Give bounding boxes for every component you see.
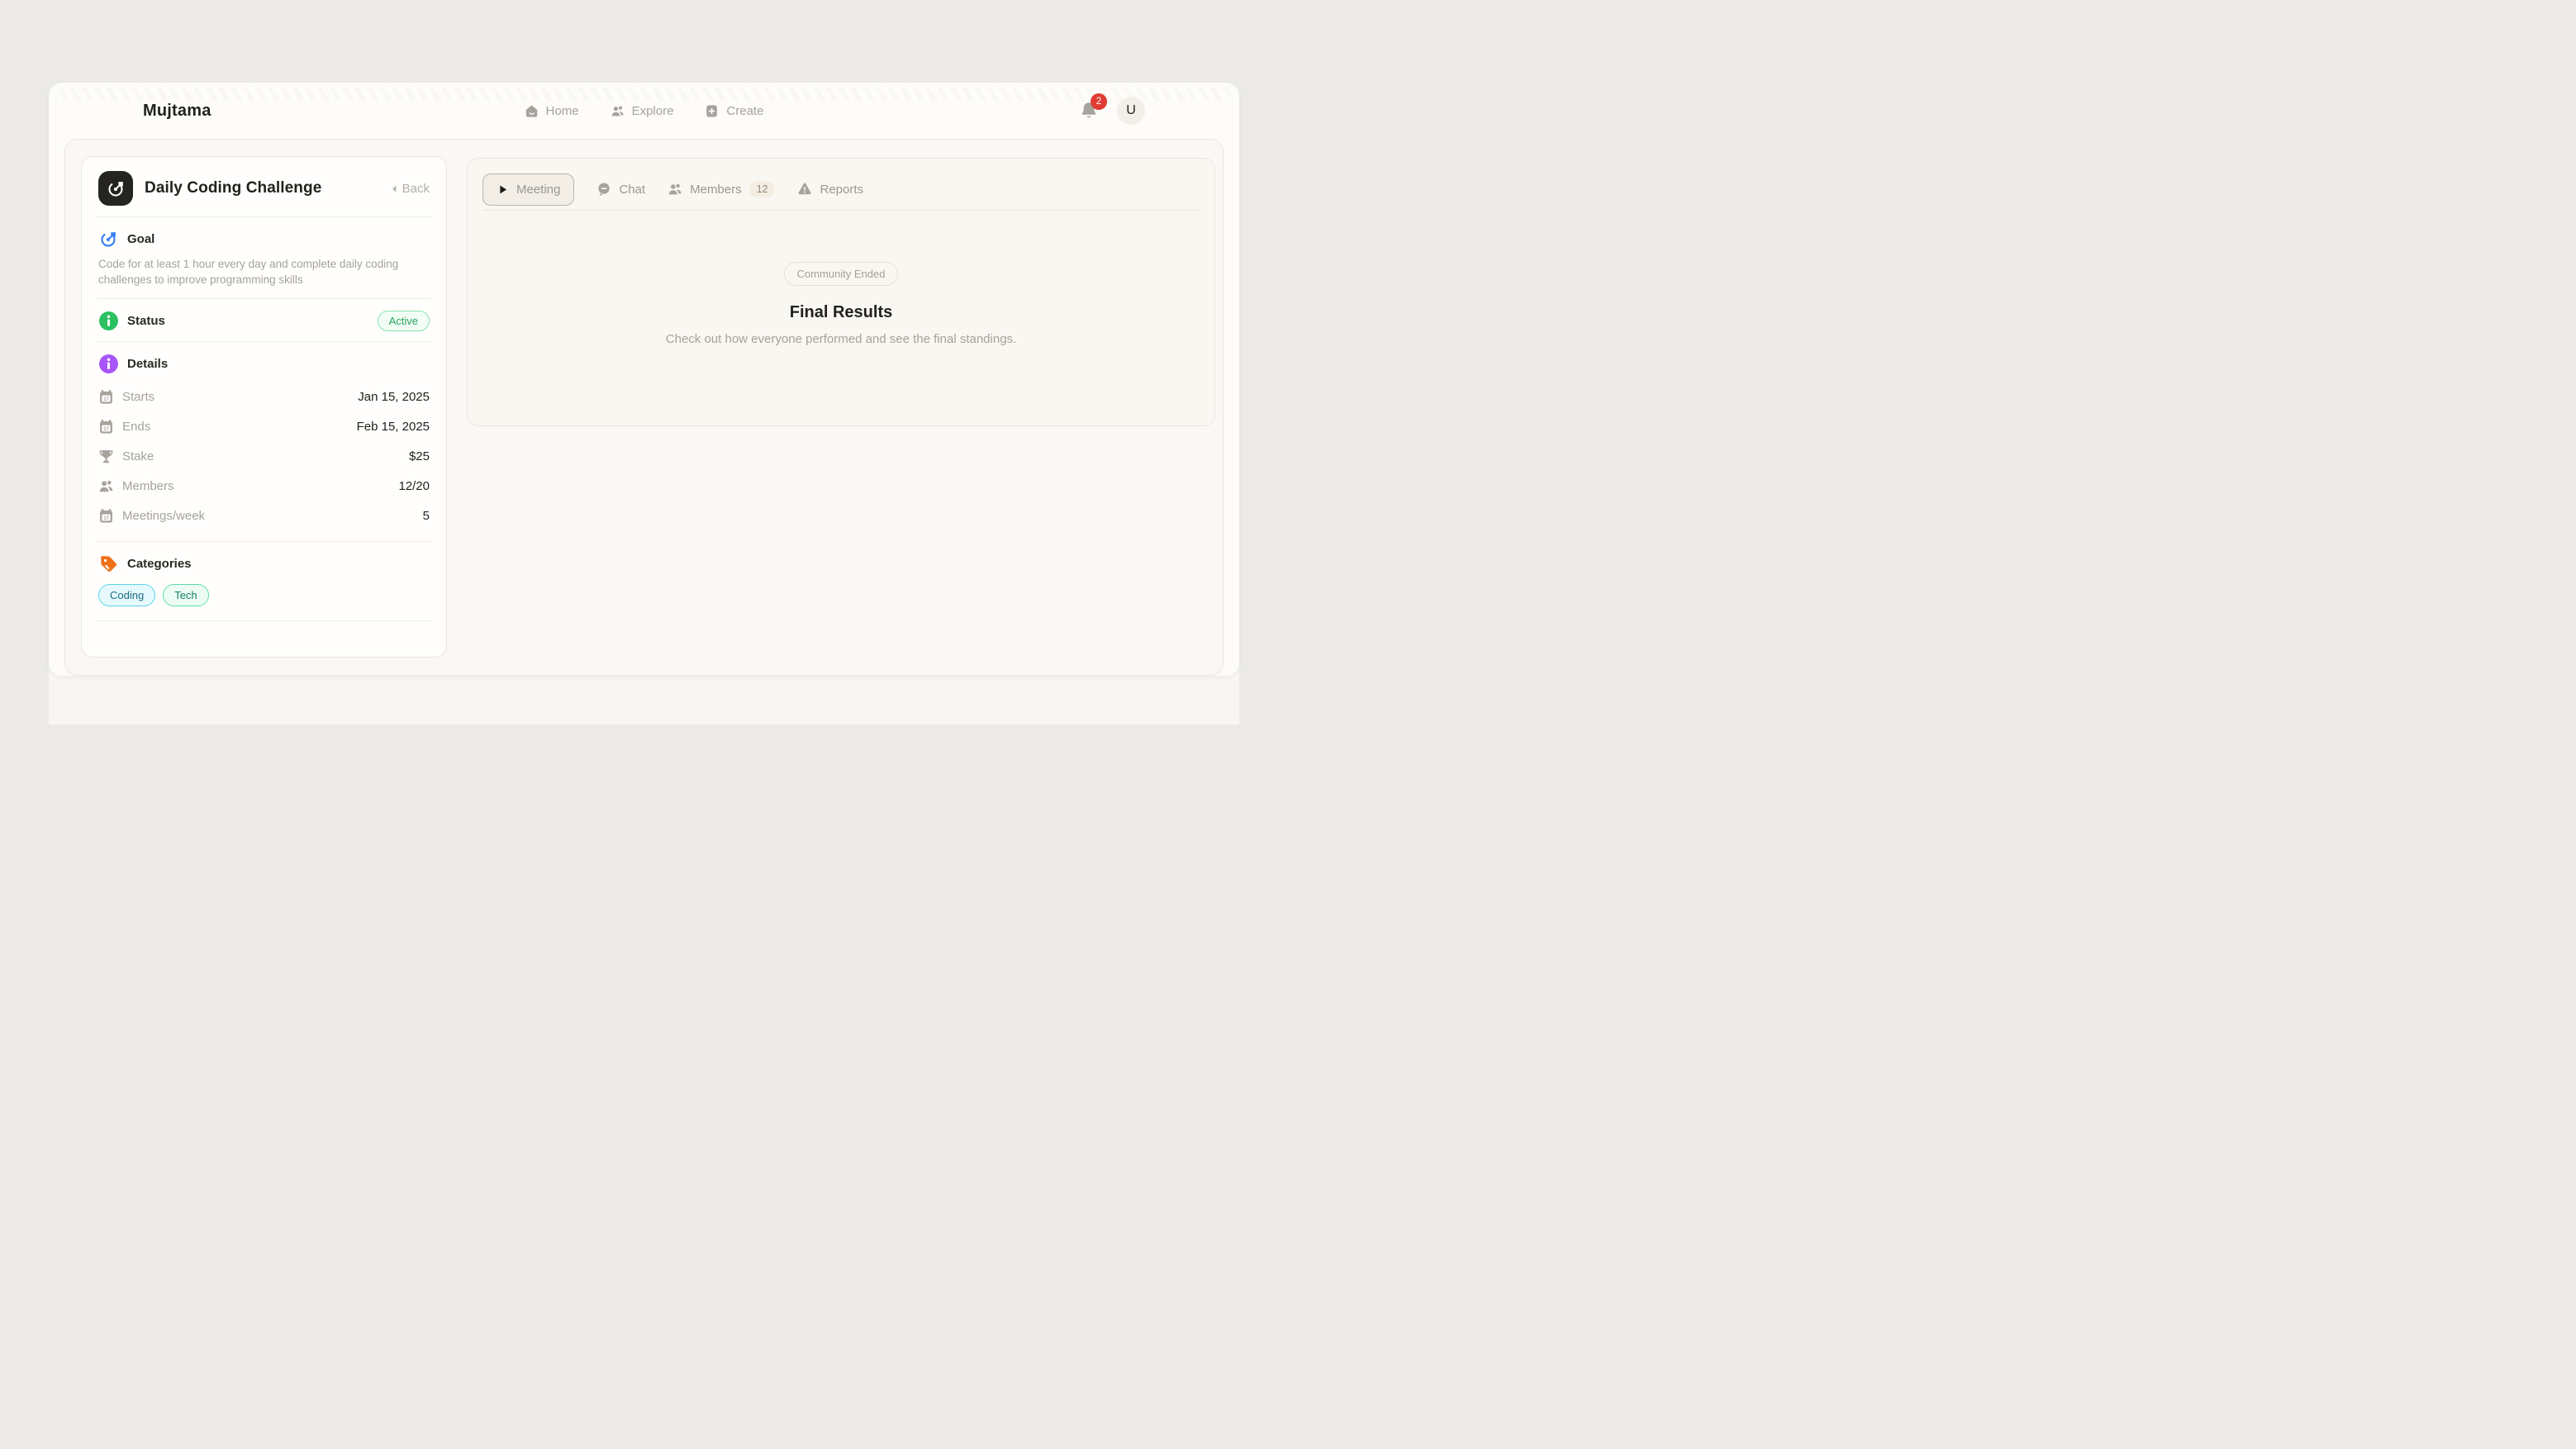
main-container: Mujtama Home Explore [49, 83, 1239, 724]
goal-section-header: Goal [98, 229, 430, 249]
goal-description: Code for at least 1 hour every day and c… [98, 257, 430, 288]
detail-value: 5 [423, 509, 430, 523]
calendar-icon: 17 [98, 389, 114, 405]
divider [97, 620, 431, 621]
details-section-header: Details [98, 354, 430, 374]
nav-label: Explore [632, 104, 674, 118]
community-card-header: Daily Coding Challenge Back [98, 170, 430, 207]
detail-row-starts: 17 Starts Jan 15, 2025 [98, 382, 430, 412]
tab-label: Members [690, 183, 742, 197]
nav-item-explore[interactable]: Explore [611, 104, 674, 118]
svg-text:17: 17 [103, 397, 109, 402]
tab-label: Meeting [516, 183, 560, 197]
detail-row-ends: 17 Ends Feb 15, 2025 [98, 412, 430, 442]
community-ended-section: Community Ended Final Results Check out … [468, 211, 1214, 346]
play-icon [497, 183, 509, 196]
categories-heading: Categories [127, 557, 192, 571]
divider [97, 341, 431, 342]
svg-text:17: 17 [103, 516, 109, 521]
detail-value: 12/20 [398, 479, 430, 493]
tab-label: Reports [820, 183, 863, 197]
nav-item-home[interactable]: Home [525, 104, 579, 118]
divider [97, 216, 431, 217]
nav-item-create[interactable]: Create [705, 104, 763, 118]
detail-label: Meetings/week [122, 509, 423, 523]
top-navigation-bar: Mujtama Home Explore [49, 83, 1239, 139]
members-count-badge: 12 [749, 181, 776, 197]
plus-square-icon [705, 104, 719, 118]
primary-nav: Home Explore Create [525, 104, 764, 118]
back-label: Back [402, 182, 430, 196]
detail-label: Stake [122, 449, 409, 463]
goal-target-icon [106, 178, 126, 199]
community-content-panel: Meeting Chat Members 12 Reports [467, 158, 1215, 426]
category-tag-coding[interactable]: Coding [98, 584, 155, 606]
detail-row-members: Members 12/20 [98, 472, 430, 501]
trophy-icon [98, 449, 114, 464]
status-row: Status Active [98, 311, 430, 331]
notifications-button[interactable]: 2 [1079, 101, 1099, 121]
users-icon [98, 478, 114, 494]
tab-reports[interactable]: Reports [797, 182, 863, 197]
detail-value: Jan 15, 2025 [358, 390, 430, 404]
calendar-icon: 17 [98, 508, 114, 524]
header-actions: 2 U [1079, 97, 1145, 125]
status-info-icon [98, 311, 119, 331]
divider [97, 298, 431, 299]
community-goal-icon-box [98, 171, 133, 206]
details-info-icon [98, 354, 119, 374]
category-tag-tech[interactable]: Tech [163, 584, 208, 606]
app-logo[interactable]: Mujtama [143, 102, 211, 121]
divider [97, 541, 431, 542]
tab-label: Chat [619, 183, 645, 197]
detail-label: Members [122, 479, 398, 493]
final-results-subtitle: Check out how everyone performed and see… [666, 332, 1016, 346]
warning-icon [797, 182, 812, 197]
chat-icon [596, 182, 611, 197]
detail-row-meetings: 17 Meetings/week 5 [98, 501, 430, 531]
bell-icon [1079, 110, 1099, 124]
app-card: Mujtama Home Explore [49, 83, 1239, 676]
notification-count-badge: 2 [1091, 93, 1107, 110]
home-icon [525, 104, 539, 118]
status-heading: Status [127, 314, 165, 328]
goal-icon [98, 229, 119, 249]
svg-text:17: 17 [103, 427, 109, 432]
detail-value: $25 [409, 449, 430, 463]
content-panel: Daily Coding Challenge Back Goal [64, 139, 1224, 676]
user-avatar[interactable]: U [1117, 97, 1145, 125]
detail-label: Starts [122, 390, 358, 404]
status-badge: Active [378, 311, 430, 331]
users-icon [611, 104, 625, 118]
community-title: Daily Coding Challenge [145, 179, 377, 197]
users-icon [668, 182, 682, 197]
categories-section-header: Categories [98, 553, 430, 574]
back-chevron-icon [388, 183, 401, 195]
detail-value: Feb 15, 2025 [357, 420, 430, 434]
tab-chat[interactable]: Chat [596, 182, 645, 197]
details-heading: Details [127, 357, 168, 371]
back-button[interactable]: Back [388, 182, 430, 196]
community-info-card: Daily Coding Challenge Back Goal [81, 156, 447, 658]
community-ended-chip: Community Ended [784, 262, 899, 286]
details-list: 17 Starts Jan 15, 2025 17 Ends Feb 15, 2… [98, 382, 430, 531]
final-results-title: Final Results [790, 303, 892, 322]
calendar-icon: 17 [98, 419, 114, 435]
nav-label: Home [546, 104, 579, 118]
tab-members[interactable]: Members 12 [668, 181, 775, 197]
category-tags: Coding Tech [98, 584, 430, 606]
tag-icon [98, 553, 119, 574]
tab-meeting[interactable]: Meeting [482, 173, 574, 206]
detail-row-stake: Stake $25 [98, 442, 430, 472]
detail-label: Ends [122, 420, 357, 434]
goal-heading: Goal [127, 232, 154, 246]
tab-bar: Meeting Chat Members 12 Reports [468, 159, 1214, 208]
nav-label: Create [726, 104, 763, 118]
